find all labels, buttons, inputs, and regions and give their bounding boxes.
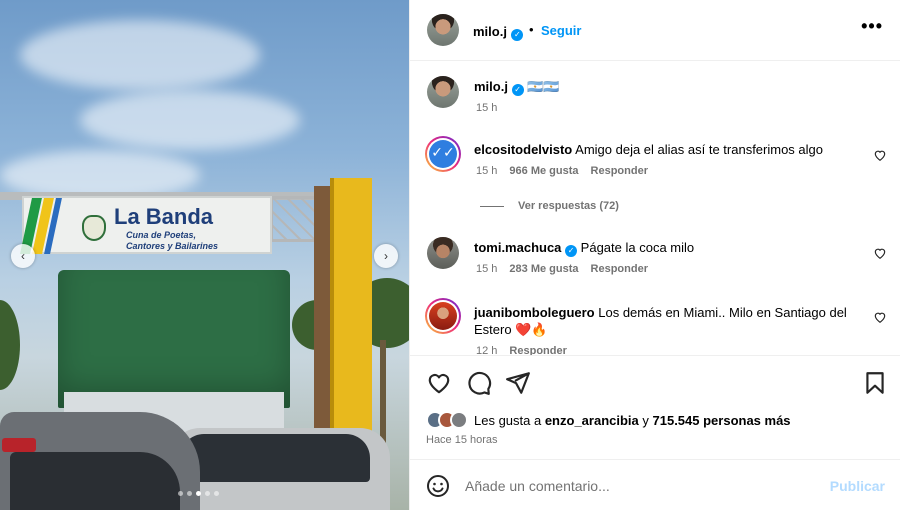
- post-actions: Les gusta a enzo_arancibia y 715.545 per…: [410, 355, 900, 459]
- caption: milo.j ✓ 🇦🇷🇦🇷: [474, 78, 854, 96]
- heart-icon[interactable]: [873, 148, 887, 162]
- comment-input[interactable]: [465, 472, 815, 500]
- town-sign: La Banda Cuna de Poetas, Cantores y Bail…: [20, 196, 272, 254]
- like-heart-icon[interactable]: [426, 370, 452, 396]
- carousel-dot: [196, 491, 201, 496]
- sign-subtitle-line: Cuna de Poetas,: [126, 230, 197, 240]
- sign-subtitle: Cuna de Poetas, Cantores y Bailarines: [126, 230, 218, 252]
- post-panel: milo.j ✓ • Seguir ••• milo.j ✓ 🇦🇷🇦🇷 15 h…: [409, 0, 900, 510]
- publish-button[interactable]: Publicar: [830, 478, 885, 494]
- gantry-truss: [270, 196, 320, 242]
- comment-time[interactable]: 12 h: [476, 345, 497, 355]
- likes-middle: y: [638, 412, 653, 428]
- avatar[interactable]: ✓✓: [425, 136, 461, 172]
- comments-list[interactable]: milo.j ✓ 🇦🇷🇦🇷 15 h ✓✓ elcositodelvisto A…: [410, 61, 900, 355]
- liker-avatar: [450, 411, 468, 429]
- verified-badge-icon: ✓: [565, 245, 578, 257]
- sign-subtitle-line: Cantores y Bailarines: [126, 241, 219, 251]
- double-check-icon: ✓✓: [429, 140, 457, 168]
- cloud: [80, 90, 300, 150]
- crest-icon: [82, 215, 106, 241]
- caption-text: 🇦🇷🇦🇷: [527, 79, 560, 94]
- comment-composer: Publicar: [410, 459, 900, 510]
- likes-summary[interactable]: Les gusta a enzo_arancibia y 715.545 per…: [426, 411, 791, 429]
- verified-badge-icon: ✓: [511, 84, 524, 96]
- reply-button[interactable]: Responder: [509, 345, 566, 355]
- likes-text: Les gusta a enzo_arancibia y 715.545 per…: [474, 413, 791, 428]
- likes-count[interactable]: 715.545 personas más: [653, 413, 791, 428]
- heart-icon[interactable]: [873, 310, 887, 324]
- verified-badge-icon: ✓: [511, 29, 524, 41]
- prev-slide-button[interactable]: ‹: [11, 244, 35, 268]
- reply-button[interactable]: Responder: [591, 165, 648, 177]
- comment: tomi.machuca ✓ Págate la coca milo: [474, 239, 854, 257]
- post-time: Hace 15 horas: [426, 434, 498, 446]
- comment-username[interactable]: elcositodelvisto: [474, 142, 572, 157]
- avatar[interactable]: [427, 76, 459, 108]
- save-bookmark-icon[interactable]: [862, 370, 888, 396]
- reply-button[interactable]: Responder: [591, 263, 648, 275]
- comment-text: Amigo deja el alias así te transferimos …: [575, 142, 824, 157]
- comment-likes[interactable]: 966 Me gusta: [509, 165, 578, 177]
- comment-icon[interactable]: [466, 370, 492, 396]
- comment-time[interactable]: 15 h: [476, 165, 497, 177]
- replies-line: [480, 205, 504, 207]
- heart-icon[interactable]: [873, 246, 887, 260]
- carousel-indicator: [178, 491, 219, 496]
- post-photo[interactable]: La Banda Cuna de Poetas, Cantores y Bail…: [0, 0, 409, 510]
- likes-prefix: Les gusta a: [474, 412, 545, 428]
- comment-likes[interactable]: 283 Me gusta: [509, 263, 578, 275]
- avatar[interactable]: [427, 14, 459, 46]
- comment-time[interactable]: 15 h: [476, 263, 497, 275]
- palm-tree: [0, 300, 20, 390]
- car-taillight: [2, 438, 36, 452]
- comment-meta: 12 h Responder: [476, 345, 579, 355]
- follow-button[interactable]: Seguir: [541, 23, 581, 38]
- next-slide-button[interactable]: ›: [374, 244, 398, 268]
- share-icon[interactable]: [505, 370, 531, 396]
- car-window: [180, 434, 370, 482]
- avatar[interactable]: [425, 298, 461, 334]
- caption-time: 15 h: [476, 102, 498, 114]
- comment: juanibomboleguero Los demás en Miami.. M…: [474, 304, 854, 338]
- more-options-icon[interactable]: •••: [861, 16, 883, 37]
- separator: •: [529, 22, 534, 37]
- liker-username[interactable]: enzo_arancibia: [545, 413, 639, 428]
- car-window: [10, 452, 180, 510]
- view-replies-button[interactable]: Ver respuestas (72): [480, 200, 619, 212]
- comment-meta: 15 h 283 Me gusta Responder: [476, 263, 660, 275]
- carousel-dot: [205, 491, 210, 496]
- cloud: [20, 20, 260, 90]
- caption-username[interactable]: milo.j: [474, 79, 508, 94]
- view-replies-label: Ver respuestas (72): [518, 200, 619, 212]
- comment-meta: 15 h 966 Me gusta Responder: [476, 165, 660, 177]
- truck-tarp: [58, 270, 290, 408]
- carousel-dot: [187, 491, 192, 496]
- carousel-dot: [178, 491, 183, 496]
- comment-text: Págate la coca milo: [580, 240, 695, 255]
- comment-username[interactable]: tomi.machuca: [474, 240, 561, 255]
- post-header: milo.j ✓ • Seguir •••: [410, 0, 900, 61]
- avatar[interactable]: [427, 237, 459, 269]
- post-username[interactable]: milo.j: [473, 24, 507, 39]
- comment: elcositodelvisto Amigo deja el alias así…: [474, 141, 854, 158]
- carousel-dot: [214, 491, 219, 496]
- sign-title: La Banda: [114, 204, 214, 229]
- emoji-icon[interactable]: [426, 474, 450, 498]
- comment-username[interactable]: juanibomboleguero: [474, 305, 595, 320]
